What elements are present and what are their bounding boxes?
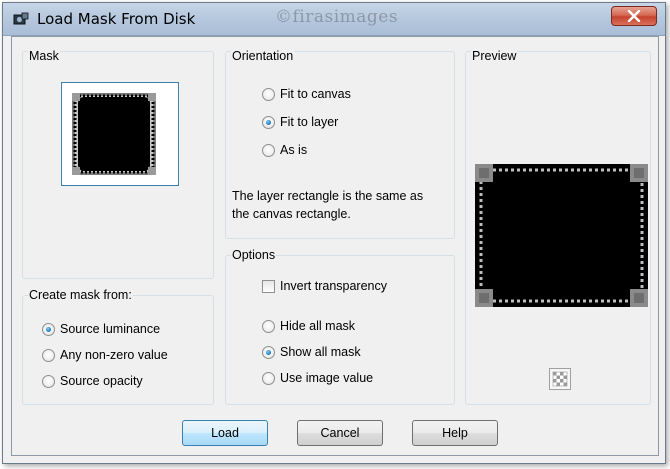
create-mask-from-label: Create mask from: <box>28 288 133 302</box>
radio-label: Source luminance <box>60 322 161 336</box>
checkbox-box[interactable] <box>262 279 275 293</box>
radio-label: Any non-zero value <box>60 348 168 362</box>
window-title: Load Mask From Disk <box>37 10 196 28</box>
close-icon <box>627 10 641 22</box>
mask-thumbnail[interactable] <box>61 82 179 186</box>
radio-label: As is <box>280 143 308 157</box>
radio-source-opacity[interactable]: Source opacity <box>42 372 143 390</box>
radio-use-image-value[interactable]: Use image value <box>262 369 373 387</box>
radio-hide-all-mask[interactable]: Hide all mask <box>262 317 355 335</box>
orientation-label: Orientation <box>231 49 295 63</box>
preview-mask-image <box>475 164 648 307</box>
mask-app-icon <box>13 11 29 27</box>
radio-circle[interactable] <box>262 319 275 333</box>
preview-image <box>475 164 648 307</box>
close-button[interactable] <box>611 6 657 26</box>
radio-fit-to-canvas[interactable]: Fit to canvas <box>262 85 351 103</box>
radio-label: Source opacity <box>60 374 143 388</box>
radio-circle[interactable] <box>262 87 275 101</box>
radio-source-luminance[interactable]: Source luminance <box>42 320 160 338</box>
radio-fit-to-layer[interactable]: Fit to layer <box>262 113 338 131</box>
radio-circle[interactable] <box>42 322 55 336</box>
radio-any-non-zero-value[interactable]: Any non-zero value <box>42 346 168 364</box>
mask-thumbnail-image <box>62 83 178 185</box>
radio-show-all-mask[interactable]: Show all mask <box>262 343 361 361</box>
radio-label: Fit to canvas <box>280 87 351 101</box>
radio-circle[interactable] <box>262 345 275 359</box>
load-button[interactable]: Load <box>182 420 268 446</box>
mask-group-label: Mask <box>28 49 60 63</box>
help-button[interactable]: Help <box>412 420 498 446</box>
dialog-client-area: Mask Create mask from: Source luminance … <box>11 36 659 456</box>
radio-as-is[interactable]: As is <box>262 141 307 159</box>
preview-label: Preview <box>471 49 518 63</box>
preview-background-button[interactable] <box>549 368 571 390</box>
checkbox-invert-transparency[interactable]: Invert transparency <box>262 277 387 295</box>
info-line: the canvas rectangle. <box>232 207 351 221</box>
checkbox-label: Invert transparency <box>280 279 387 293</box>
watermark: ©firasimages <box>275 7 399 27</box>
radio-label: Use image value <box>280 371 374 385</box>
options-label: Options <box>231 248 277 262</box>
transparency-checker-icon <box>552 371 568 387</box>
radio-label: Show all mask <box>280 345 361 359</box>
radio-label: Fit to layer <box>280 115 339 129</box>
info-line: The layer rectangle is the same as <box>232 189 424 203</box>
radio-label: Hide all mask <box>280 319 356 333</box>
radio-circle[interactable] <box>262 143 275 157</box>
orientation-info-text: The layer rectangle is the same as the c… <box>232 187 457 223</box>
dialog-window: Load Mask From Disk ©firasimages Mask Cr… <box>2 2 666 464</box>
radio-circle[interactable] <box>262 115 275 129</box>
title-bar[interactable]: Load Mask From Disk ©firasimages <box>3 3 665 36</box>
cancel-button[interactable]: Cancel <box>297 420 383 446</box>
radio-circle[interactable] <box>262 371 275 385</box>
radio-circle[interactable] <box>42 374 55 388</box>
radio-circle[interactable] <box>42 348 55 362</box>
